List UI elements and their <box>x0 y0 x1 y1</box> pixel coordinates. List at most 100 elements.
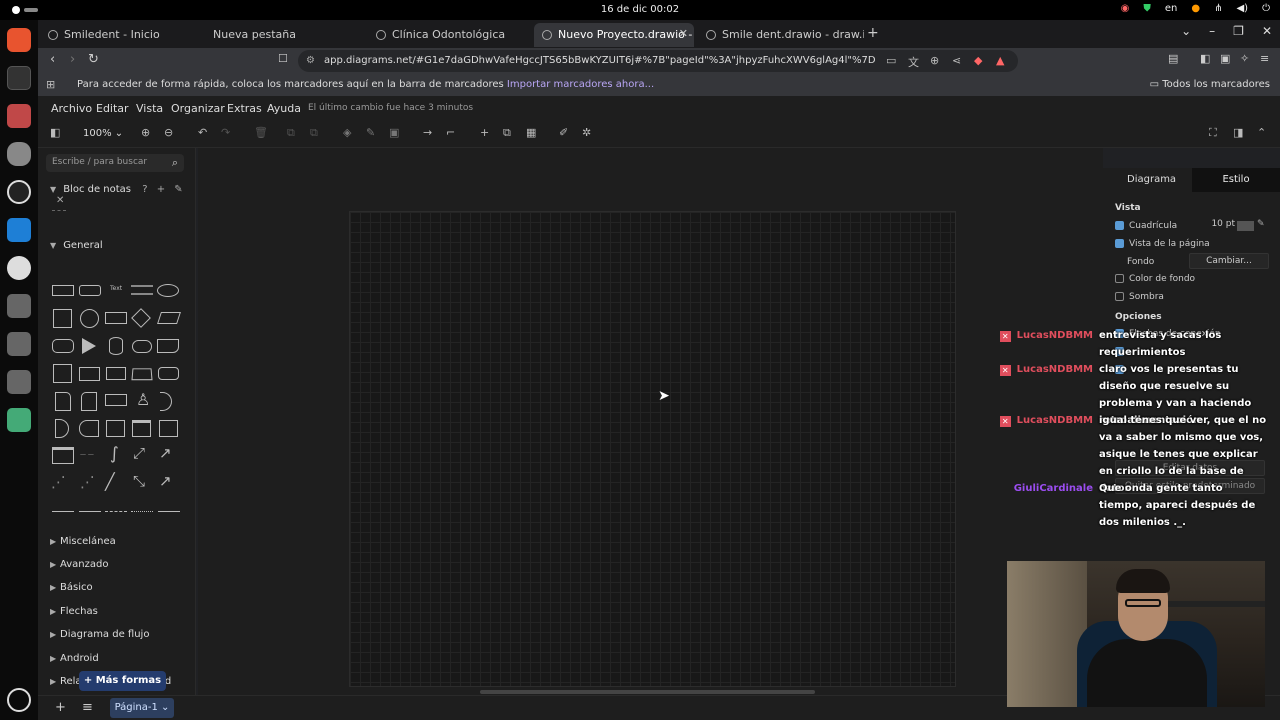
pages-menu-icon[interactable]: ≡ <box>82 700 93 715</box>
shadow-checkbox[interactable] <box>1115 292 1124 301</box>
note-shape[interactable] <box>55 392 71 411</box>
arrow-shape[interactable]: ↗ <box>159 444 172 462</box>
obs-icon[interactable] <box>7 180 31 204</box>
curve-shape[interactable]: ∫ <box>110 444 119 464</box>
format-toggle-icon[interactable]: ◨ <box>1233 126 1243 139</box>
category-flechas[interactable]: ▶ Flechas <box>50 606 98 617</box>
hexagon-shape[interactable] <box>52 339 74 353</box>
ellipse-shape[interactable] <box>157 284 179 297</box>
apps-grid-icon[interactable]: ⊞ <box>46 78 55 91</box>
translate-icon[interactable]: 文 <box>908 54 919 70</box>
line-shape[interactable]: ╱ <box>105 472 115 491</box>
tab-clinica-odontologica[interactable]: Clínica Odontológica <box>368 23 530 47</box>
shapes-icon[interactable]: ⧉ <box>503 126 511 140</box>
textbox-shape[interactable] <box>131 285 153 295</box>
shape-search-input[interactable]: Escribe / para buscar ⌕ <box>46 154 184 172</box>
document-shape[interactable] <box>157 339 179 353</box>
settings-icon[interactable] <box>7 688 31 712</box>
zoom-dropdown[interactable]: 100% ⌄ <box>83 128 123 139</box>
insert-icon[interactable]: + <box>480 126 489 139</box>
last-change-status[interactable]: El último cambio fue hace 3 minutos <box>308 103 473 113</box>
parallelogram-shape[interactable] <box>157 312 181 324</box>
category-basico[interactable]: ▶ Básico <box>50 582 93 593</box>
terminal-icon[interactable] <box>7 66 31 90</box>
menu-vista[interactable]: Vista <box>136 102 163 115</box>
reload-icon[interactable]: ↻ <box>88 52 99 67</box>
grid-checkbox[interactable] <box>1115 221 1124 230</box>
menu-editar[interactable]: Editar <box>96 102 129 115</box>
connection-icon[interactable]: → <box>423 126 432 139</box>
zoom-out-icon[interactable]: ⊖ <box>164 126 173 139</box>
tab-nueva-pestana[interactable]: Nueva pestaña <box>190 23 360 47</box>
fill-color-icon[interactable]: ◈ <box>343 126 351 139</box>
circle-shape[interactable] <box>80 309 99 328</box>
actor-shape[interactable]: ♙ <box>136 390 150 409</box>
drive-icon[interactable] <box>7 294 31 318</box>
add-icon[interactable]: + <box>157 184 165 195</box>
line-color-icon[interactable]: ✎ <box>366 126 375 139</box>
smart-icon[interactable]: ✲ <box>582 126 591 139</box>
tab-nuevo-proyecto[interactable]: Nuevo Proyecto.drawio - ✕ <box>534 23 694 47</box>
bookmark-icon[interactable]: ☐ <box>278 52 288 65</box>
reader-mode-icon[interactable]: ▤ <box>1168 52 1178 65</box>
brave-shield-icon[interactable]: ◆ <box>974 54 982 67</box>
help-icon[interactable]: ? <box>142 184 147 195</box>
menu-organizar[interactable]: Organizar <box>171 102 225 115</box>
pencil-icon[interactable]: ✎ <box>1257 219 1265 229</box>
step-shape[interactable] <box>106 367 126 380</box>
minimize-icon[interactable]: – <box>1209 24 1215 38</box>
menu-archivo[interactable]: Archivo <box>51 102 92 115</box>
internal-storage-shape[interactable] <box>53 364 72 383</box>
diagram-canvas[interactable]: ➤ <box>198 148 1103 695</box>
grid-size-input[interactable]: 10 pt <box>1197 219 1235 233</box>
rounded-rectangle-shape[interactable] <box>79 285 101 296</box>
dashed-line-shape[interactable]: ⋰ <box>51 473 66 491</box>
notepad-section-header[interactable]: ▼ Bloc de notas ? + ✎ ✕ <box>50 184 195 206</box>
tab-smiledent-inicio[interactable]: Smiledent - Inicio <box>40 23 198 47</box>
list-item-shape[interactable]: — — <box>80 451 94 458</box>
leo-icon[interactable]: ✧ <box>1240 52 1249 65</box>
back-icon[interactable]: ‹ <box>50 52 55 67</box>
dotted-line-shape[interactable]: ⋰ <box>80 473 95 491</box>
sidebar-toggle-icon[interactable]: ◧ <box>1200 52 1210 65</box>
brave-tray-icon[interactable]: ◉ <box>1121 3 1130 14</box>
connector-dashed-shape[interactable] <box>105 511 127 512</box>
grid-color-swatch[interactable] <box>1237 221 1254 231</box>
tab-estilo[interactable]: Estilo <box>1192 168 1280 192</box>
brave-icon[interactable] <box>7 28 31 52</box>
triangle-shape[interactable] <box>82 338 96 354</box>
general-section-header[interactable]: ▼ General <box>50 240 103 251</box>
page-tab[interactable]: Página-1 ⌄ <box>110 698 174 718</box>
category-diagrama-de-flujo[interactable]: ▶ Diagrama de flujo <box>50 629 149 640</box>
vscode-icon[interactable] <box>7 218 31 242</box>
cylinder-shape[interactable] <box>109 337 123 355</box>
fullscreen-icon[interactable]: ⛶ <box>1209 126 1217 140</box>
to-back-icon[interactable]: ⧉ <box>310 126 318 140</box>
files-icon[interactable] <box>7 104 31 128</box>
search-icon[interactable]: ⌕ <box>172 156 178 170</box>
trapezoid-shape[interactable] <box>131 368 153 381</box>
background-color-checkbox[interactable] <box>1115 274 1124 283</box>
edit-icon[interactable]: ✎ <box>174 184 182 195</box>
brave-rewards-icon[interactable]: ▲ <box>996 54 1004 67</box>
tape-shape[interactable] <box>158 367 179 380</box>
list-shape[interactable] <box>52 447 74 464</box>
bidirectional-arrow-shape[interactable]: ⤢ <box>133 444 145 462</box>
microphone-icon[interactable]: ● <box>1191 3 1200 14</box>
network-icon[interactable]: ⋔ <box>1214 3 1222 14</box>
category-android[interactable]: ▶ Android <box>50 653 99 664</box>
table-icon[interactable]: ▦ <box>526 126 536 139</box>
connector-label-shape[interactable] <box>158 511 180 512</box>
container-shape[interactable] <box>132 420 151 437</box>
shadow-icon[interactable]: ▣ <box>389 126 399 139</box>
close-tab-icon[interactable]: ✕ <box>679 27 688 40</box>
page-view-checkbox[interactable] <box>1115 239 1124 248</box>
tab-search-icon[interactable]: ⌄ <box>1181 24 1191 38</box>
format-panel-toggle-icon[interactable]: ◧ <box>50 126 60 139</box>
all-bookmarks-button[interactable]: ▭ Todos los marcadores <box>1150 79 1270 90</box>
drive-icon-2[interactable] <box>7 332 31 356</box>
import-bookmarks-link[interactable]: Importar marcadores ahora... <box>507 79 654 90</box>
category-avanzado[interactable]: ▶ Avanzado <box>50 559 108 570</box>
square-shape[interactable] <box>53 309 72 328</box>
new-tab-button[interactable]: + <box>867 25 879 41</box>
